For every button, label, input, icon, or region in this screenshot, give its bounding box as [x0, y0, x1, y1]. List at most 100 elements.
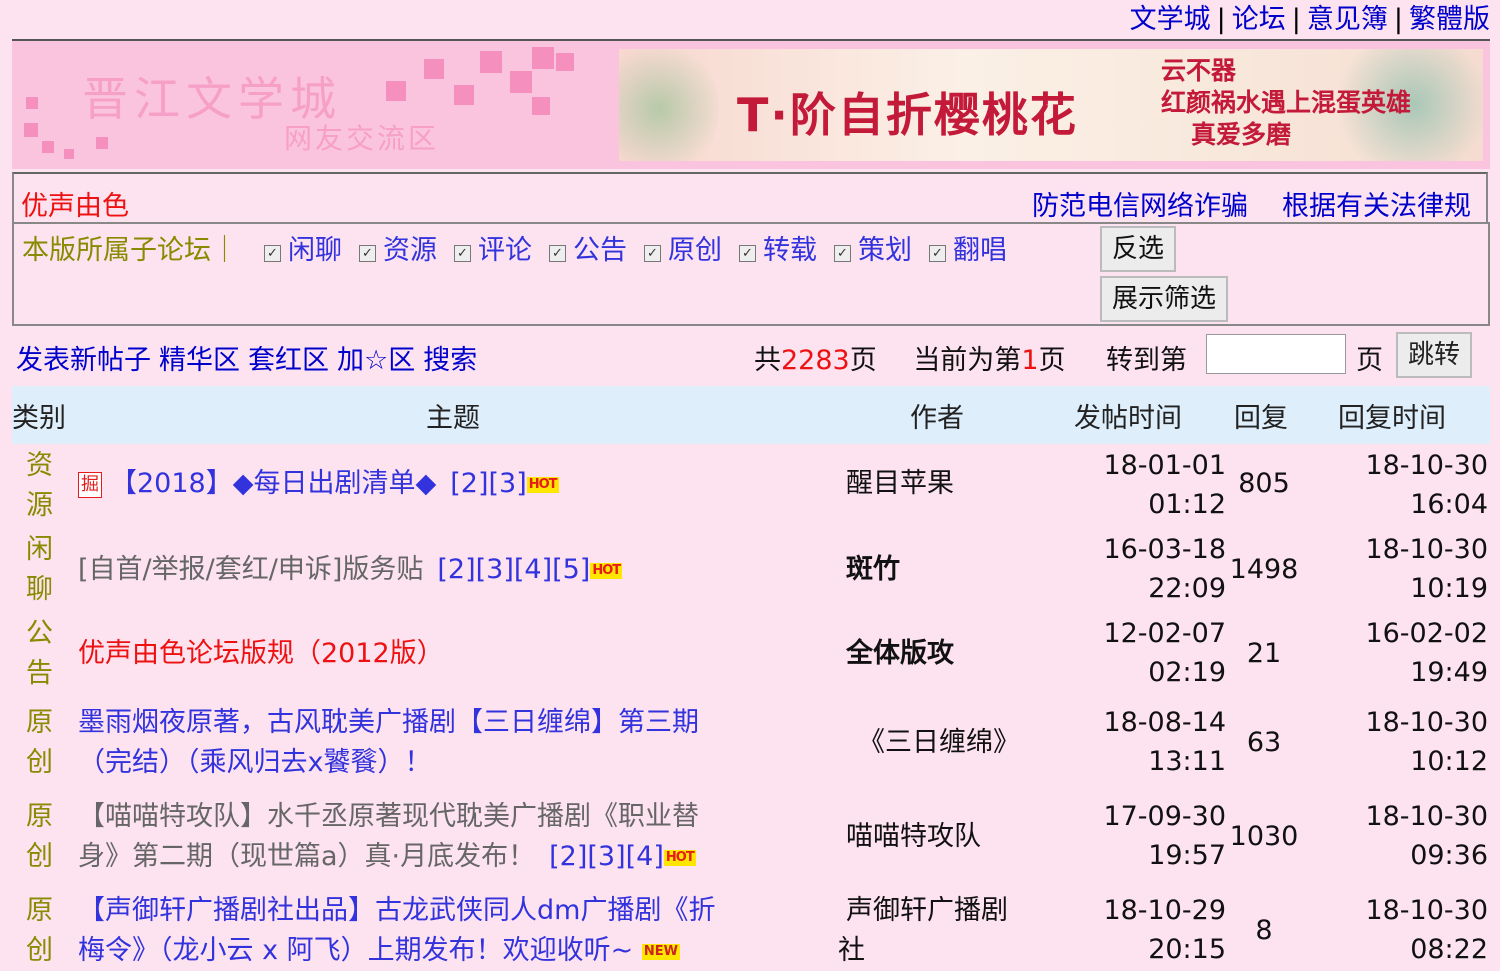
row-author[interactable]: 声御轩广播剧社 [838, 891, 1038, 971]
checkbox-checked[interactable]: ✓ [549, 245, 566, 262]
post-clock: 02:19 [1148, 657, 1226, 688]
category-char: 原 [26, 895, 53, 926]
filter-label: 闲聊 [288, 235, 342, 266]
checkbox-checked[interactable]: ✓ [264, 245, 281, 262]
category-char: 原 [26, 801, 53, 832]
starred-link[interactable]: 加☆区 [337, 345, 415, 376]
invert-selection-button[interactable]: 反选 [1100, 226, 1177, 272]
checkbox-checked[interactable]: ✓ [454, 245, 471, 262]
table-row[interactable]: 闲聊 [自首/举报/套红/申诉]版务贴 [2][3][4][5] HOT 斑竹 16… [12, 530, 1490, 614]
topic-link[interactable]: 【声御轩广播剧社出品】古龙武侠同人dm广播剧《折 [78, 891, 798, 931]
page-links[interactable]: [2][3][4] [549, 841, 664, 872]
table-row[interactable]: 原创 【声御轩广播剧社出品】古龙武侠同人dm广播剧《折 梅令》（龙小云 x 阿飞）… [12, 891, 1490, 966]
hot-badge-icon: HOT [590, 562, 623, 579]
filter-gonggao[interactable]: ✓ 公告 [549, 228, 627, 267]
sub-forum-checkboxes: ✓ 闲聊 ✓ 资源 ✓ 评论 ✓ 公告 ✓ 原创 ✓ 转载 ✓ 策划 ✓ 翻唱 [264, 228, 1024, 267]
filter-label: 原创 [668, 235, 722, 266]
apply-filter-button[interactable]: 展示筛选 [1100, 276, 1229, 322]
row-author[interactable]: 醒目苹果 [846, 464, 1046, 504]
jump-button[interactable]: 跳转 [1396, 332, 1473, 378]
filter-label: 资源 [383, 235, 437, 266]
filter-zhuanzai[interactable]: ✓ 转载 [739, 228, 817, 267]
total-pages-suffix: 页 [849, 345, 877, 376]
table-row[interactable]: 原创 墨雨烟夜原著，古风耽美广播剧【三日缠绵】第三期 （完结）（乘风归去x饕餮）！… [12, 703, 1490, 793]
anti-fraud-link[interactable]: 防范电信网络诈骗 [1032, 191, 1248, 222]
row-post-time: 16-03-18 22:09 [1094, 530, 1226, 608]
row-replies: 63 [1246, 727, 1282, 758]
topnav-luntan-link[interactable]: 论坛 [1232, 4, 1286, 35]
deco-square [26, 97, 38, 109]
col-category: 类别 [12, 403, 66, 434]
topic-link[interactable]: 【2018】◆每日出剧清单◆ [110, 468, 436, 499]
topic-link[interactable]: 墨雨烟夜原著，古风耽美广播剧【三日缠绵】第三期 （完结）（乘风归去x饕餮）！ [78, 703, 778, 783]
topic-link[interactable]: 【喵喵特攻队】水千丞原著现代耽美广播剧《职业替 [78, 797, 778, 837]
row-replies: 1030 [1229, 821, 1299, 852]
category-char: 创 [26, 747, 53, 778]
row-title: 优声由色论坛版规（2012版） [78, 634, 778, 674]
featured-link[interactable]: 精华区 [159, 345, 240, 376]
filter-pinglun[interactable]: ✓ 评论 [454, 228, 532, 267]
ad-banner[interactable]: T·阶自折樱桃花 云不器 红颜祸水遇上混蛋英雄 真爱多磨 [619, 49, 1483, 161]
checkbox-checked[interactable]: ✓ [359, 245, 376, 262]
checkbox-checked[interactable]: ✓ [739, 245, 756, 262]
row-author[interactable]: 斑竹 [846, 550, 1046, 590]
highlighted-link[interactable]: 套红区 [248, 345, 329, 376]
legal-notice-link[interactable]: 根据有关法律规 [1282, 191, 1471, 222]
table-header: 类别 主题 作者 发帖时间 回复 回复时间 [12, 386, 1490, 444]
new-post-link[interactable]: 发表新帖子 [16, 345, 151, 376]
row-category: 原创 [26, 797, 58, 877]
topic-line: 墨雨烟夜原著，古风耽美广播剧【三日缠绵】第三期 [78, 707, 699, 738]
topnav-wenxuecheng-link[interactable]: 文学城 [1130, 4, 1211, 35]
reply-date: 18-10-30 [1365, 534, 1488, 565]
row-post-time: 18-01-01 01:12 [1094, 446, 1226, 524]
checkbox-checked[interactable]: ✓ [834, 245, 851, 262]
row-title: 【声御轩广播剧社出品】古龙武侠同人dm广播剧《折梅令》（龙小云 x 阿飞）上期发… [78, 891, 798, 971]
topnav-yijianbu-link[interactable]: 意见簿 [1307, 4, 1388, 35]
filter-ziyuan[interactable]: ✓ 资源 [359, 228, 437, 267]
search-link[interactable]: 搜索 [423, 345, 477, 376]
reply-date: 18-10-30 [1365, 450, 1488, 481]
hot-badge-icon: HOT [663, 849, 696, 866]
topnav-fanti-link[interactable]: 繁體版 [1409, 4, 1490, 35]
row-author[interactable]: 喵喵特攻队 [846, 817, 1046, 857]
page-links[interactable]: [2][3] [450, 468, 527, 499]
category-char: 资 [26, 450, 53, 481]
page-number-input[interactable] [1206, 334, 1346, 374]
page-info: 共2283页 当前为第1页 [754, 338, 1066, 377]
col-reply-time: 回复时间 [1338, 403, 1446, 434]
forum-name: 优声由色 [21, 191, 129, 222]
post-date: 16-03-18 [1103, 534, 1226, 565]
deco-square [480, 51, 502, 73]
row-author[interactable]: 《三日缠绵》 [858, 723, 1058, 763]
row-reply-time: 18-10-30 16:04 [1352, 446, 1488, 524]
table-row[interactable]: 公告 优声由色论坛版规（2012版） 全体版攻 12-02-07 02:19 21… [12, 614, 1490, 698]
page-links[interactable]: [2][3][4][5] [437, 554, 590, 585]
topic-link[interactable]: 身》第二期（现世篇a）真·月底发布！ [78, 841, 535, 872]
row-replies: 805 [1238, 468, 1290, 499]
sub-forum-filter: 本版所属子论坛｜ ✓ 闲聊 ✓ 资源 ✓ 评论 ✓ 公告 ✓ 原创 ✓ 转载 ✓ 策划 ✓ 翻唱 反选 展示筛… [12, 222, 1490, 326]
filter-fanchang[interactable]: ✓ 翻唱 [929, 228, 1007, 267]
category-char: 公 [26, 618, 53, 649]
topic-link[interactable]: [自首/举报/套红/申诉]版务贴 [78, 554, 423, 585]
topic-link[interactable]: 梅令》（龙小云 x 阿飞）上期发布！欢迎收听~ [78, 935, 633, 966]
table-row[interactable]: 资源 掘【2018】◆每日出剧清单◆ [2][3] HOT 醒目苹果 18-01-0… [12, 446, 1490, 530]
row-replies: 8 [1255, 915, 1273, 946]
separator: | [1216, 4, 1226, 35]
ad-tagline: 云不器 红颜祸水遇上混蛋英雄 真爱多磨 [1161, 55, 1411, 151]
reply-clock: 19:49 [1410, 657, 1488, 688]
row-title: 【喵喵特攻队】水千丞原著现代耽美广播剧《职业替身》第二期（现世篇a）真·月底发布… [78, 797, 778, 877]
topic-link[interactable]: 优声由色论坛版规（2012版） [78, 638, 444, 669]
checkbox-checked[interactable]: ✓ [644, 245, 661, 262]
checkbox-checked[interactable]: ✓ [929, 245, 946, 262]
filter-yuanchuang[interactable]: ✓ 原创 [644, 228, 722, 267]
reply-date: 18-10-30 [1365, 801, 1488, 832]
filter-xianliao[interactable]: ✓ 闲聊 [264, 228, 342, 267]
ad-title: T·阶自折樱桃花 [737, 88, 1078, 142]
hot-badge-icon: HOT [526, 476, 559, 493]
ad-tagline-line: 红颜祸水遇上混蛋英雄 [1161, 88, 1412, 117]
filter-cehua[interactable]: ✓ 策划 [834, 228, 912, 267]
row-category: 原创 [26, 703, 58, 783]
table-row[interactable]: 原创 【喵喵特攻队】水千丞原著现代耽美广播剧《职业替身》第二期（现世篇a）真·月… [12, 797, 1490, 887]
current-page-suffix: 页 [1038, 345, 1066, 376]
row-author[interactable]: 全体版攻 [846, 634, 1046, 674]
